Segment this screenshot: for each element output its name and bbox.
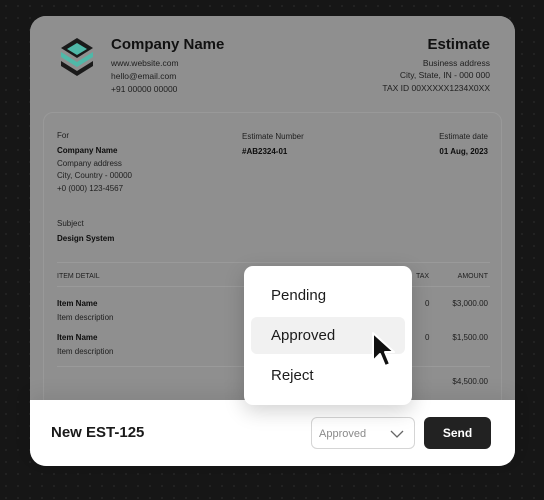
amount-header: AMOUNT <box>457 273 488 280</box>
for-label: For <box>57 131 69 140</box>
divider <box>57 262 490 263</box>
business-address: Business address <box>422 58 490 68</box>
item-name: Item Name <box>57 333 98 342</box>
item-amount: $1,500.00 <box>452 333 488 342</box>
estimate-date-value: 01 Aug, 2023 <box>439 147 488 156</box>
client-city: City, Country - 00000 <box>57 171 132 180</box>
estimate-number-label: Estimate Number <box>242 132 304 141</box>
total-amount: $4,500.00 <box>452 377 488 386</box>
bottom-action-bar: New EST-125 Approved Send <box>30 400 515 466</box>
chevron-down-icon <box>390 430 404 438</box>
subject-label: Subject <box>57 219 84 228</box>
option-label: Pending <box>271 287 327 304</box>
client-address: Company address <box>57 159 122 168</box>
item-name: Item Name <box>57 299 98 308</box>
business-city: City, State, IN - 000 000 <box>399 70 490 80</box>
client-phone: +0 (000) 123-4567 <box>57 184 124 193</box>
item-tax: 0 <box>425 333 430 342</box>
item-tax: 0 <box>425 299 430 308</box>
option-label: Approved <box>271 327 336 344</box>
company-email: hello@email.com <box>111 71 177 81</box>
subject-value: Design System <box>57 234 115 243</box>
estimate-id: New EST-125 <box>51 424 145 441</box>
estimate-number-value: #AB2324-01 <box>242 147 288 156</box>
status-select[interactable]: Approved <box>311 417 415 449</box>
logo-icon <box>61 38 93 76</box>
estimate-date-label: Estimate date <box>439 132 488 141</box>
item-description: Item description <box>57 313 114 322</box>
item-description: Item description <box>57 347 114 356</box>
option-pending[interactable]: Pending <box>251 277 405 314</box>
company-name: Company Name <box>111 36 225 53</box>
company-website: www.website.com <box>111 58 179 68</box>
tax-header: TAX <box>416 273 430 280</box>
option-label: Reject <box>271 367 314 384</box>
estimate-title: Estimate <box>427 36 490 53</box>
item-amount: $3,000.00 <box>452 299 488 308</box>
company-phone: +91 00000 00000 <box>111 84 178 94</box>
cursor-icon <box>372 332 395 367</box>
item-detail-header: ITEM DETAIL <box>57 273 100 280</box>
tax-id: TAX ID 00XXXXX1234X0XX <box>382 83 490 93</box>
send-button[interactable]: Send <box>424 417 491 449</box>
client-name: Company Name <box>57 146 118 155</box>
status-select-value: Approved <box>319 428 367 440</box>
